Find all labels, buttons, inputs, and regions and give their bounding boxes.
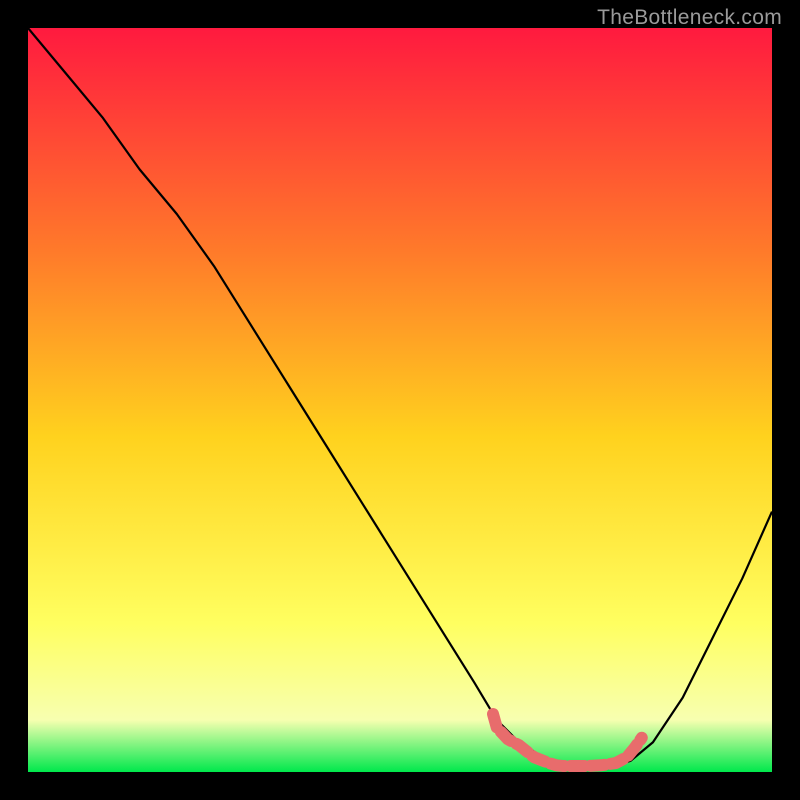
watermark-label: TheBottleneck.com <box>597 6 782 30</box>
chart-background <box>28 28 772 772</box>
chart-svg <box>28 28 772 772</box>
bottleneck-chart <box>28 28 772 772</box>
